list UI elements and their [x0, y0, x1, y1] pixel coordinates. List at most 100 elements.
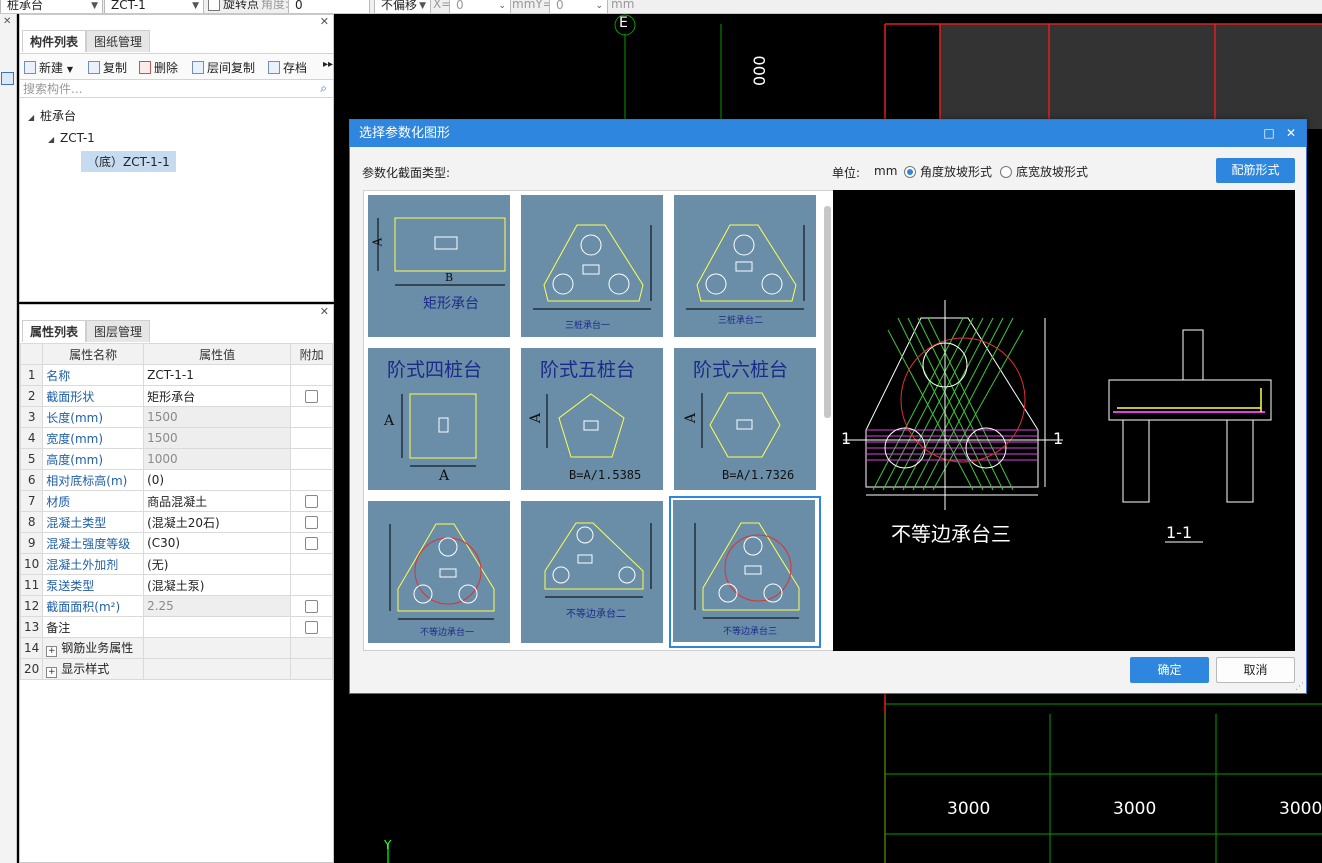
rotate-point-checkbox[interactable]	[208, 0, 220, 11]
property-value[interactable]: 商品混凝土	[143, 490, 292, 512]
dimension-label-a: A	[528, 412, 545, 424]
table-row[interactable]: 10 混凝土外加剂 (无)	[19, 553, 333, 575]
property-value[interactable]: (无)	[143, 553, 292, 575]
table-row[interactable]: 14 + 钢筋业务属性	[19, 637, 333, 659]
table-row[interactable]: 6 相对底标高(m) (0)	[19, 469, 333, 491]
extra-checkbox[interactable]	[305, 621, 319, 634]
resize-grip-icon[interactable]: ⋰	[1295, 682, 1304, 692]
radio-icon[interactable]	[1000, 166, 1012, 178]
expand-icon[interactable]: +	[46, 646, 58, 657]
gallery-scrollbar[interactable]	[824, 206, 831, 418]
tree-node-pile-cap[interactable]: ◢ 桩承台	[28, 107, 76, 124]
bottom-width-option[interactable]: 底宽放坡形式	[1000, 163, 1088, 180]
y-input[interactable]: 0 ⌄	[549, 0, 608, 13]
close-icon[interactable]: ✕	[1280, 120, 1302, 147]
property-value[interactable]: 矩形承台	[143, 385, 292, 407]
close-icon[interactable]: ✕	[3, 16, 11, 27]
extra-checkbox[interactable]	[305, 537, 319, 550]
shape-option-uneven-3[interactable]: 不等边承台三	[669, 496, 821, 648]
radio-icon[interactable]	[904, 166, 916, 178]
shape-title: 矩形承台	[423, 296, 479, 312]
shape-option-uneven-2[interactable]: 不等边承台二	[517, 497, 667, 647]
shape-option-step-five[interactable]: 阶式五桩台 A B=A/1.5385	[517, 344, 667, 494]
property-name: 混凝土外加剂	[42, 553, 145, 575]
extra-checkbox[interactable]	[305, 495, 319, 508]
property-value[interactable]: ZCT-1-1	[143, 364, 292, 386]
table-row[interactable]: 13 备注	[19, 616, 333, 638]
floor-copy-icon	[192, 61, 204, 74]
property-group[interactable]: + 钢筋业务属性	[42, 637, 145, 659]
floor-copy-button[interactable]: 层间复制	[192, 59, 255, 76]
gallery-bottom-divider	[364, 650, 834, 651]
extra-checkbox[interactable]	[305, 516, 319, 529]
tree-node-zct1-1[interactable]: （底）ZCT-1-1	[81, 151, 176, 172]
shape-option-rect-cap[interactable]: A B 矩形承台	[364, 191, 514, 341]
expand-icon[interactable]: +	[46, 667, 58, 678]
table-row[interactable]: 2 截面形状 矩形承台	[19, 385, 333, 407]
shape-title: 三桩承台一	[565, 321, 611, 331]
table-row[interactable]: 1 名称 ZCT-1-1	[19, 364, 333, 386]
property-value	[143, 637, 292, 659]
close-icon[interactable]: ✕	[320, 15, 329, 28]
delete-button[interactable]: 删除	[139, 59, 178, 76]
table-row[interactable]: 7 材质 商品混凝土	[19, 490, 333, 512]
shape-gallery: A B 矩形承台 三桩承台一 三桩承台二 阶式四桩台 A A 阶式五桩台 A B…	[363, 190, 834, 651]
collapse-arrow-icon[interactable]: ◢	[48, 135, 60, 144]
tab-layer-management[interactable]: 图层管理	[86, 320, 151, 342]
tree-node-zct1[interactable]: ◢ ZCT-1	[48, 131, 95, 145]
table-row[interactable]: 5 高度(mm) 1000	[19, 448, 333, 470]
tab-component-list[interactable]: 构件列表	[22, 30, 87, 52]
copy-button[interactable]: 复制	[88, 59, 127, 76]
archive-button[interactable]: 存档	[268, 59, 307, 76]
table-row[interactable]: 12 截面面积(m²) 2.25	[19, 595, 333, 617]
angle-slope-option[interactable]: 角度放坡形式	[904, 163, 992, 180]
navigation-icon[interactable]	[1, 72, 14, 85]
table-row[interactable]: 4 宽度(mm) 1500	[19, 427, 333, 449]
component-name-select[interactable]: ZCT-1 ▼	[104, 0, 204, 13]
shape-thumbnail: 阶式五桩台 A B=A/1.5385	[521, 348, 663, 490]
tab-drawing-management[interactable]: 图纸管理	[86, 30, 151, 52]
rebar-form-button[interactable]: 配筋形式	[1216, 158, 1295, 183]
table-row[interactable]: 9 混凝土强度等级 (C30)	[19, 532, 333, 554]
property-value[interactable]: (0)	[143, 469, 292, 491]
shape-option-uneven-1[interactable]: 不等边承台一	[364, 497, 514, 647]
close-icon[interactable]: ✕	[320, 305, 329, 318]
shape-option-step-four[interactable]: 阶式四桩台 A A	[364, 344, 514, 494]
search-icon[interactable]: ⌕	[320, 81, 327, 96]
property-group[interactable]: + 显示样式	[42, 658, 145, 680]
x-input[interactable]: 0 ⌄	[449, 0, 511, 13]
tab-property-list[interactable]: 属性列表	[22, 320, 87, 342]
extra-checkbox[interactable]	[305, 600, 319, 613]
extra-checkbox[interactable]	[305, 390, 319, 403]
property-value[interactable]	[143, 616, 292, 638]
table-row[interactable]: 3 长度(mm) 1500	[19, 406, 333, 428]
shape-option-three-pile-2[interactable]: 三桩承台二	[670, 191, 820, 341]
chevron-down-icon: ⌄	[498, 1, 506, 11]
property-value[interactable]: (C30)	[143, 532, 292, 554]
property-table: 属性名称 属性值 附加 1 名称 ZCT-1-1 2 截面形状 矩形承台 3 长度(mm)…	[19, 343, 333, 680]
ok-button[interactable]: 确定	[1130, 657, 1209, 683]
component-toolbar: 新建 ▼ 复制 删除 层间复制 存档 ▸▸	[20, 53, 333, 79]
offset-select[interactable]: 不偏移 ▼	[374, 0, 431, 13]
shape-option-three-pile-1[interactable]: 三桩承台一	[517, 191, 667, 341]
component-type-select[interactable]: 桩承台 ▼	[0, 0, 103, 13]
table-row[interactable]: 8 混凝土类型 (混凝土20石)	[19, 511, 333, 533]
component-search: ⌕	[20, 79, 333, 98]
table-row[interactable]: 20 + 显示样式	[19, 658, 333, 680]
maximize-icon[interactable]: □	[1258, 120, 1280, 147]
section-type-label: 参数化截面类型:	[362, 166, 451, 180]
cancel-button[interactable]: 取消	[1216, 657, 1295, 683]
new-button[interactable]: 新建 ▼	[24, 59, 73, 76]
angle-input[interactable]: 0	[288, 0, 370, 13]
shape-option-step-six[interactable]: 阶式六桩台 A B=A/1.7326	[670, 344, 820, 494]
shape-title: 阶式四桩台	[387, 359, 483, 381]
row-number: 5	[19, 448, 44, 470]
more-icon[interactable]: ▸▸	[323, 59, 333, 70]
property-value[interactable]: (混凝土泵)	[143, 574, 292, 596]
archive-label: 存档	[283, 61, 308, 75]
table-row[interactable]: 11 泵送类型 (混凝土泵)	[19, 574, 333, 596]
component-search-input[interactable]	[20, 80, 310, 97]
property-value[interactable]: (混凝土20石)	[143, 511, 292, 533]
shape-thumbnail: 不等边承台一	[368, 501, 510, 643]
collapse-arrow-icon[interactable]: ◢	[28, 113, 40, 122]
